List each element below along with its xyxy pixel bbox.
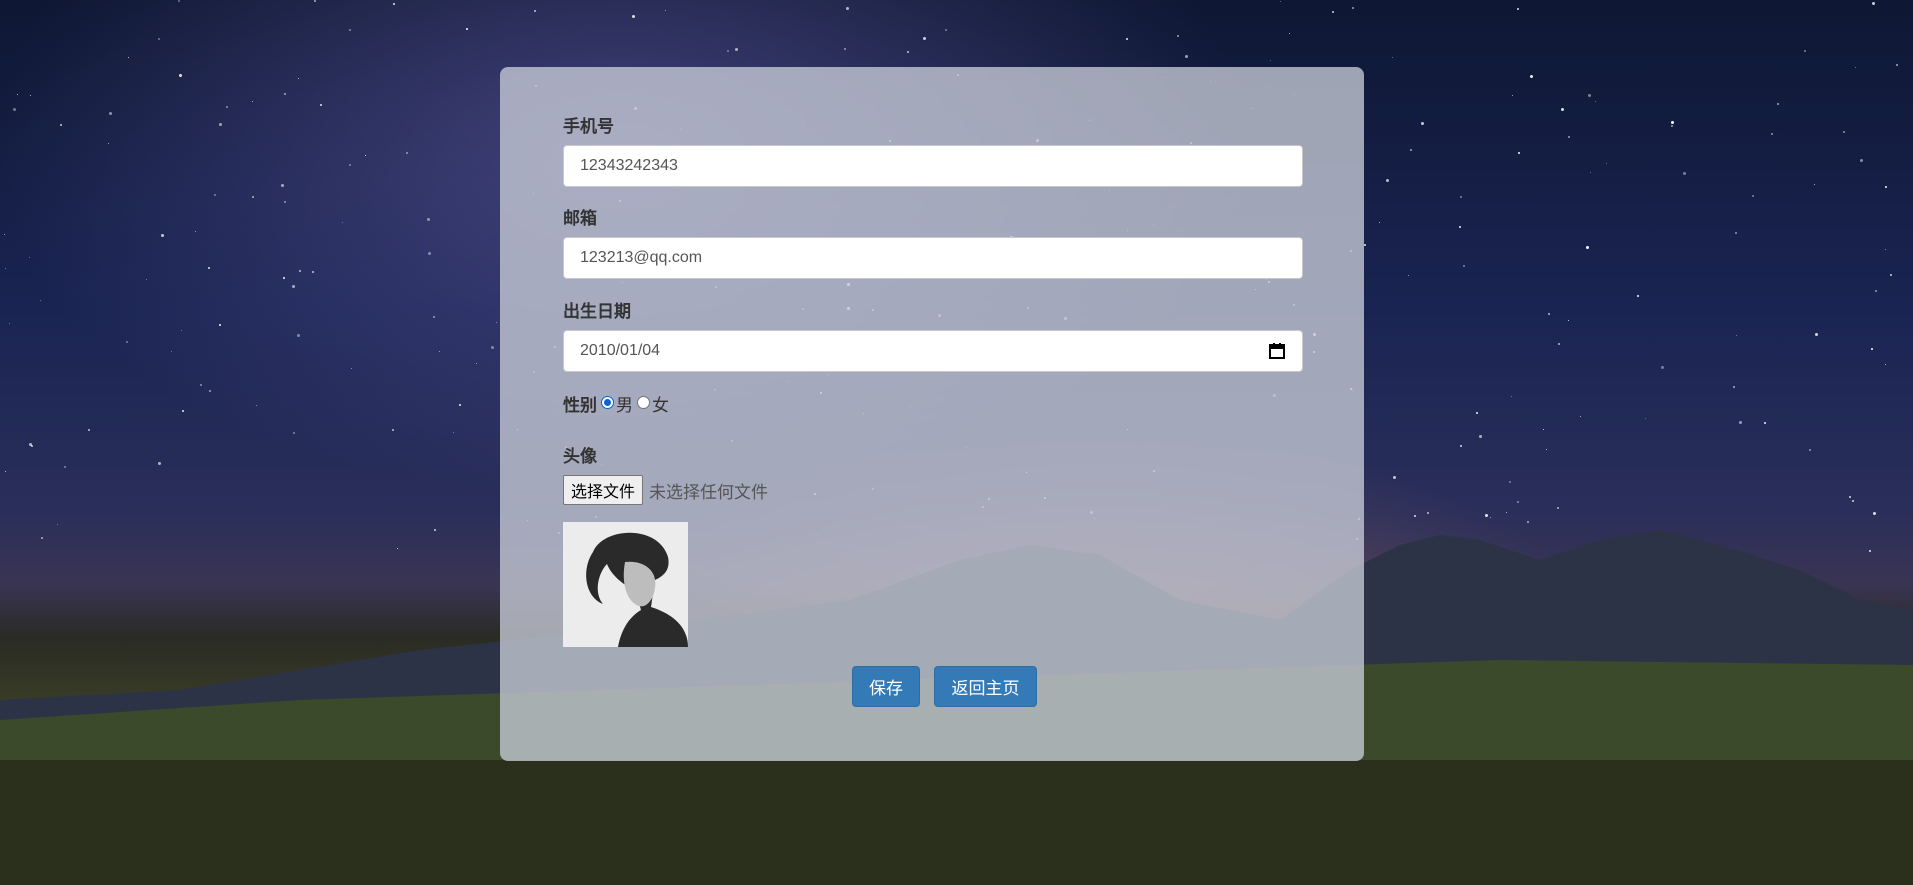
no-file-text: 未选择任何文件 xyxy=(649,482,769,503)
action-bar: 保存 返回主页 xyxy=(852,666,1102,707)
choose-file-button[interactable]: 选择文件 xyxy=(563,475,644,505)
gender-label: 性别 xyxy=(563,396,597,416)
birthdate-group: 出生日期 2010/01/04 xyxy=(563,297,1303,372)
birthdate-input[interactable]: 2010/01/04 xyxy=(563,330,1303,372)
profile-edit-panel: 手机号 12343242343 邮箱 123213@qq.com 出生日期 20… xyxy=(500,67,1364,761)
gender-female-label[interactable]: 女 xyxy=(652,391,669,416)
save-button[interactable]: 保存 xyxy=(852,666,920,707)
avatar-group: 头像 选择文件 未选择任何文件 xyxy=(563,442,1303,647)
file-upload: 选择文件 未选择任何文件 xyxy=(563,475,1303,505)
phone-group: 手机号 12343242343 xyxy=(563,112,1303,187)
phone-value: 12343242343 xyxy=(580,157,678,174)
birthdate-value: 2010/01/04 xyxy=(580,342,661,359)
email-input[interactable]: 123213@qq.com xyxy=(563,237,1303,279)
back-home-button[interactable]: 返回主页 xyxy=(934,666,1037,707)
avatar-label: 头像 xyxy=(563,447,597,467)
calendar-icon[interactable] xyxy=(1268,342,1286,360)
gender-group: 性别 男 女 xyxy=(563,391,1303,416)
email-group: 邮箱 123213@qq.com xyxy=(563,204,1303,279)
gender-male-label[interactable]: 男 xyxy=(616,391,633,416)
birthdate-label: 出生日期 xyxy=(563,302,631,322)
email-value: 123213@qq.com xyxy=(580,249,703,266)
phone-input[interactable]: 12343242343 xyxy=(563,145,1303,187)
gender-female-radio[interactable] xyxy=(637,396,650,409)
phone-label: 手机号 xyxy=(563,117,614,137)
avatar-image xyxy=(563,522,688,647)
email-label: 邮箱 xyxy=(563,209,597,229)
gender-male-radio[interactable] xyxy=(601,396,614,409)
